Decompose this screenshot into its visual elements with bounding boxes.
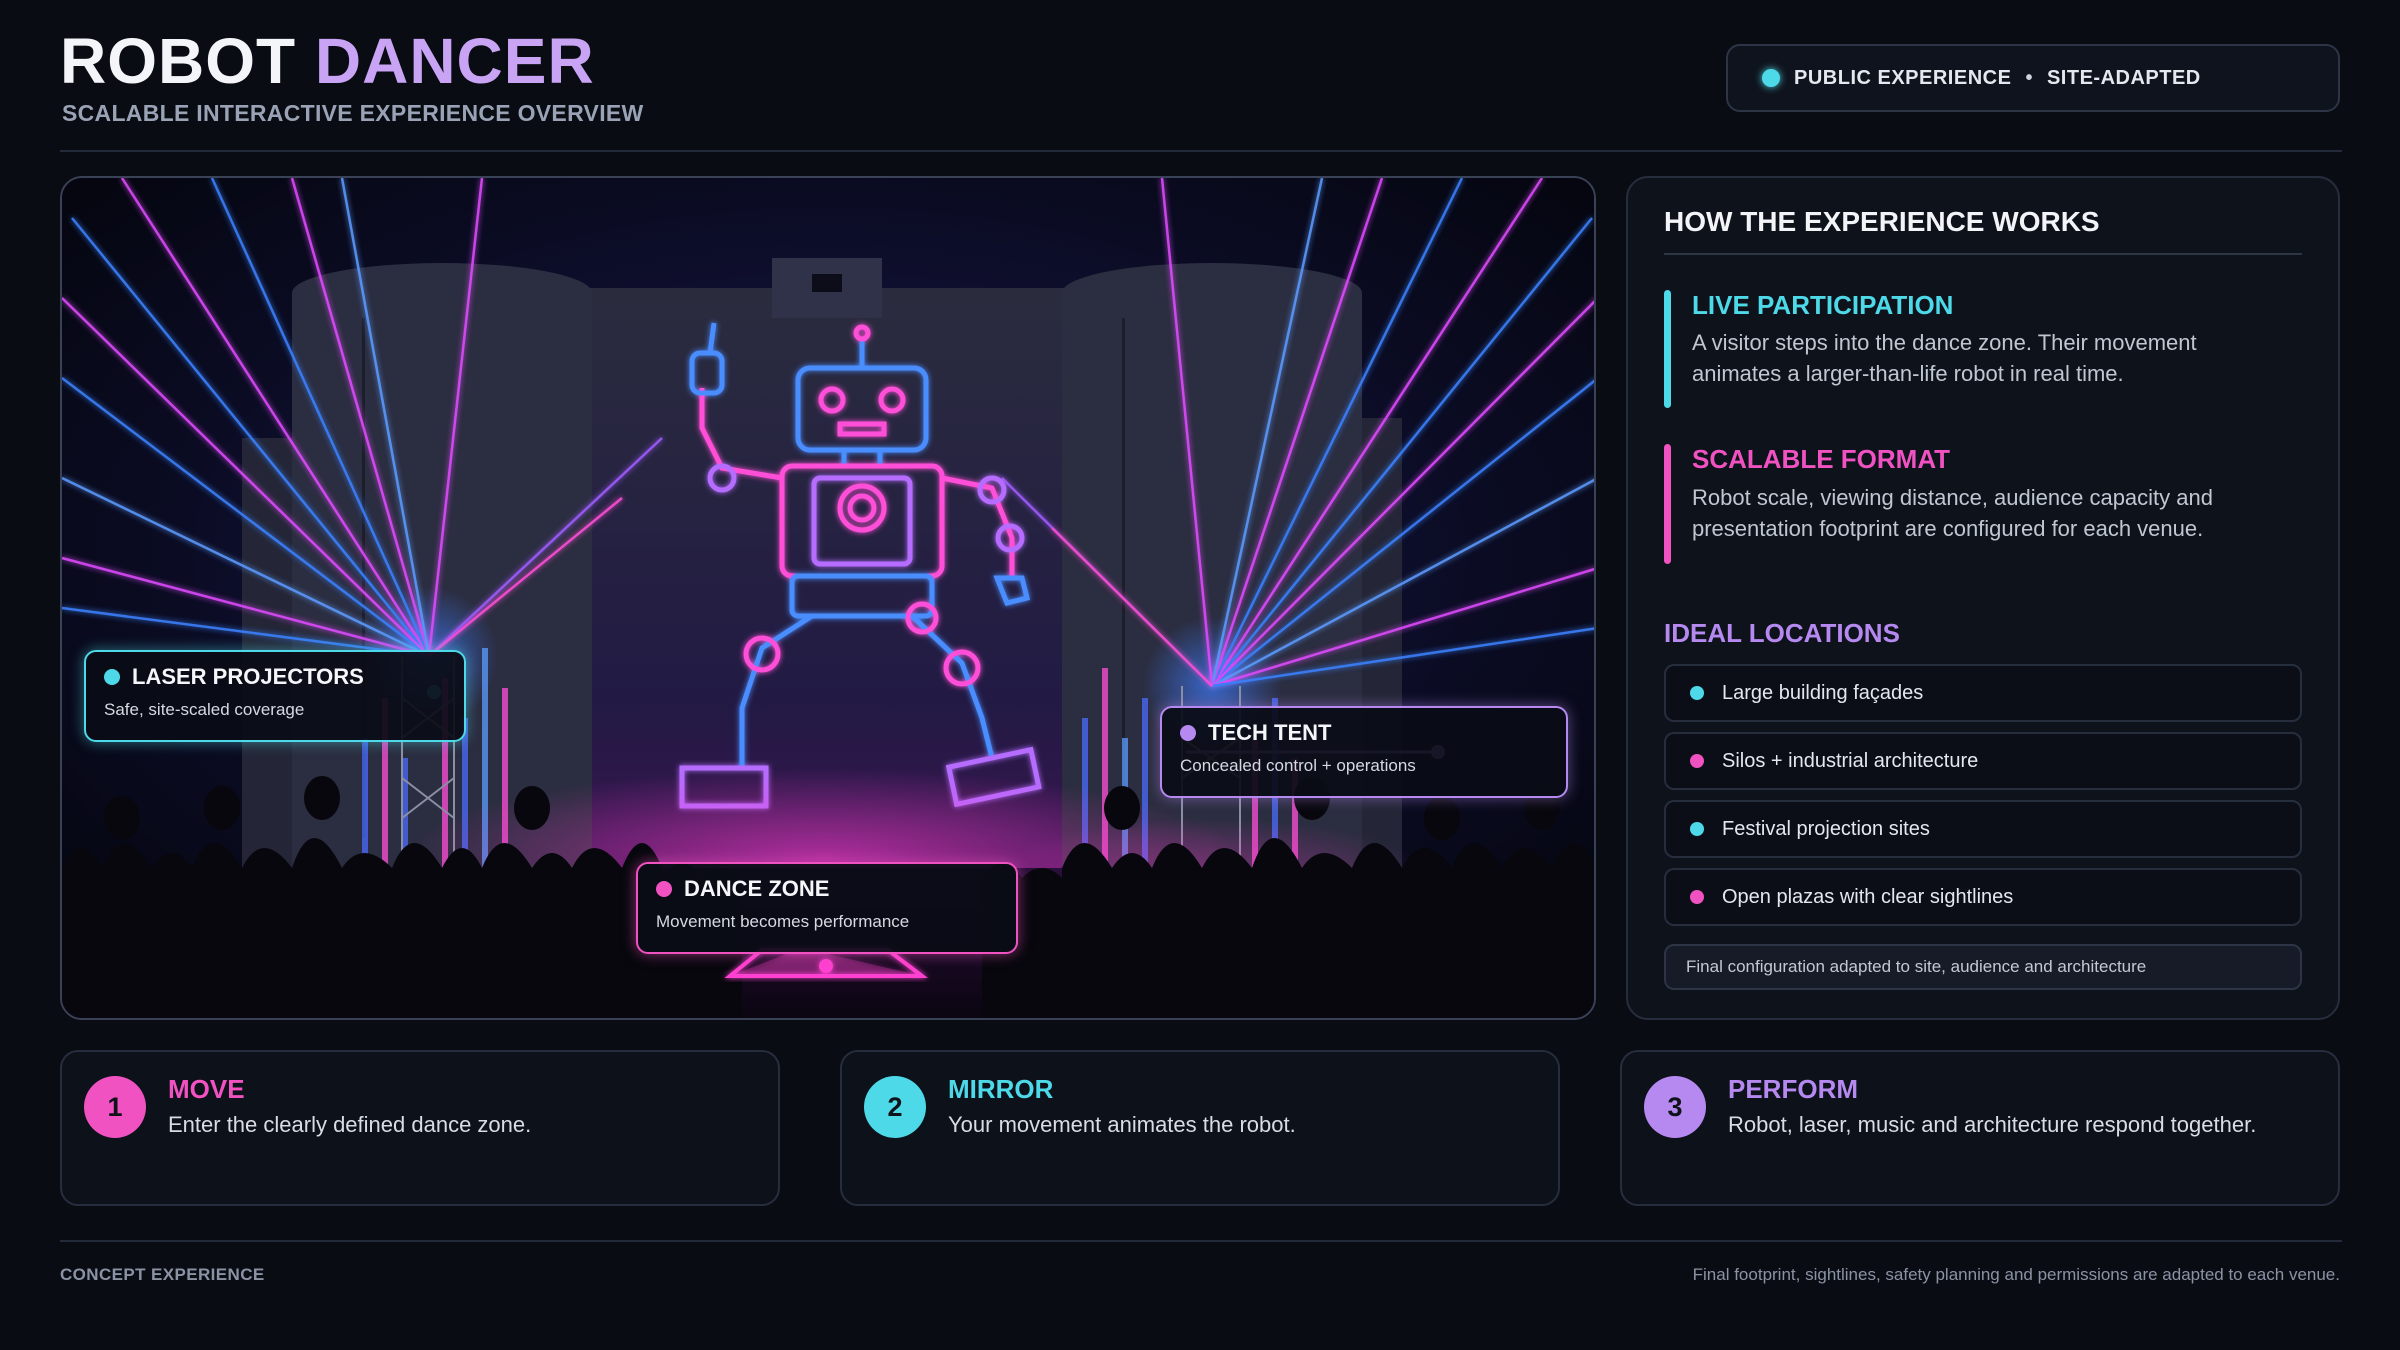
location-label: Silos + industrial architecture	[1722, 749, 1979, 772]
step-title: PERFORM	[1728, 1074, 1858, 1104]
feature-title: LIVE PARTICIPATION	[1692, 290, 1954, 320]
tech-title-text: TECH TENT	[1208, 720, 1332, 745]
location-item: Open plazas with clear sightlines	[1664, 868, 2302, 926]
step-number-badge: 2	[864, 1076, 926, 1138]
footer-right: Final footprint, sightlines, safety plan…	[1692, 1265, 2340, 1284]
dance-desc: Movement becomes performance	[656, 912, 910, 931]
footer-left: CONCEPT EXPERIENCE	[60, 1265, 265, 1284]
status-left: PUBLIC EXPERIENCE	[1794, 66, 2012, 89]
page-subtitle: SCALABLE INTERACTIVE EXPERIENCE OVERVIEW	[62, 100, 644, 126]
title-dancer: DANCER	[314, 25, 595, 97]
footer-divider	[60, 1240, 2342, 1242]
title-robot: ROBOT	[60, 25, 297, 97]
location-dot-icon	[1690, 822, 1704, 836]
step-number-badge: 1	[84, 1076, 146, 1138]
panel-title: HOW THE EXPERIENCE WORKS	[1664, 206, 2100, 237]
location-label: Open plazas with clear sightlines	[1722, 885, 2014, 908]
callout-tech-tent: TECH TENT Concealed control + operations	[1160, 706, 1568, 798]
location-label: Festival projection sites	[1722, 817, 1930, 840]
step-card-move: 1 MOVE Enter the clearly defined dance z…	[60, 1050, 780, 1206]
dance-title-text: DANCE ZONE	[684, 876, 830, 901]
callout-laser-projectors: LASER PROJECTORS Safe, site-scaled cover…	[84, 650, 466, 742]
laser-dot-icon	[104, 669, 120, 685]
location-label: Large building façades	[1722, 681, 1924, 704]
callout-laser-title: LASER PROJECTORS	[104, 664, 446, 690]
location-item: Large building façades	[1664, 664, 2302, 722]
step-desc: Robot, laser, music and architecture res…	[1728, 1112, 2257, 1137]
tech-dot-icon	[1180, 725, 1196, 741]
laser-title-text: LASER PROJECTORS	[132, 664, 364, 689]
step-title: MIRROR	[948, 1074, 1054, 1104]
locations-heading: IDEAL LOCATIONS	[1664, 618, 1900, 648]
status-separator: •	[2025, 66, 2033, 89]
header-divider	[60, 150, 2342, 152]
status-dot-icon	[1762, 69, 1780, 87]
dance-dot-icon	[656, 881, 672, 897]
status-right: SITE-ADAPTED	[2046, 66, 2201, 89]
step-card-mirror: 2 MIRROR Your movement animates the robo…	[840, 1050, 1560, 1206]
status-badge: PUBLIC EXPERIENCE • SITE-ADAPTED	[1726, 44, 2340, 112]
location-item: Silos + industrial architecture	[1664, 732, 2302, 790]
step-desc: Your movement animates the robot.	[948, 1112, 1296, 1137]
configuration-note: Final configuration adapted to site, aud…	[1664, 944, 2302, 990]
location-item: Festival projection sites	[1664, 800, 2302, 858]
feature-desc: A visitor steps into the dance zone. The…	[1692, 330, 2197, 386]
feature-accent-bar	[1664, 290, 1671, 408]
panel-divider	[1664, 253, 2302, 255]
callout-tech-title: TECH TENT	[1180, 720, 1548, 746]
page-title: ROBOT DANCER	[60, 26, 595, 96]
callout-dance-title: DANCE ZONE	[656, 876, 998, 902]
laser-desc: Safe, site-scaled coverage	[104, 700, 305, 719]
step-card-perform: 3 PERFORM Robot, laser, music and archit…	[1620, 1050, 2340, 1206]
callout-dance-zone: DANCE ZONE Movement becomes performance	[636, 862, 1018, 954]
step-title: MOVE	[168, 1074, 245, 1104]
tech-desc: Concealed control + operations	[1180, 756, 1416, 775]
step-desc: Enter the clearly defined dance zone.	[168, 1112, 532, 1137]
feature-desc: Robot scale, viewing distance, audience …	[1692, 485, 2213, 541]
location-dot-icon	[1690, 754, 1704, 768]
step-number-badge: 3	[1644, 1076, 1706, 1138]
location-dot-icon	[1690, 686, 1704, 700]
feature-accent-bar	[1664, 444, 1671, 564]
feature-title: SCALABLE FORMAT	[1692, 444, 1951, 474]
location-dot-icon	[1690, 890, 1704, 904]
